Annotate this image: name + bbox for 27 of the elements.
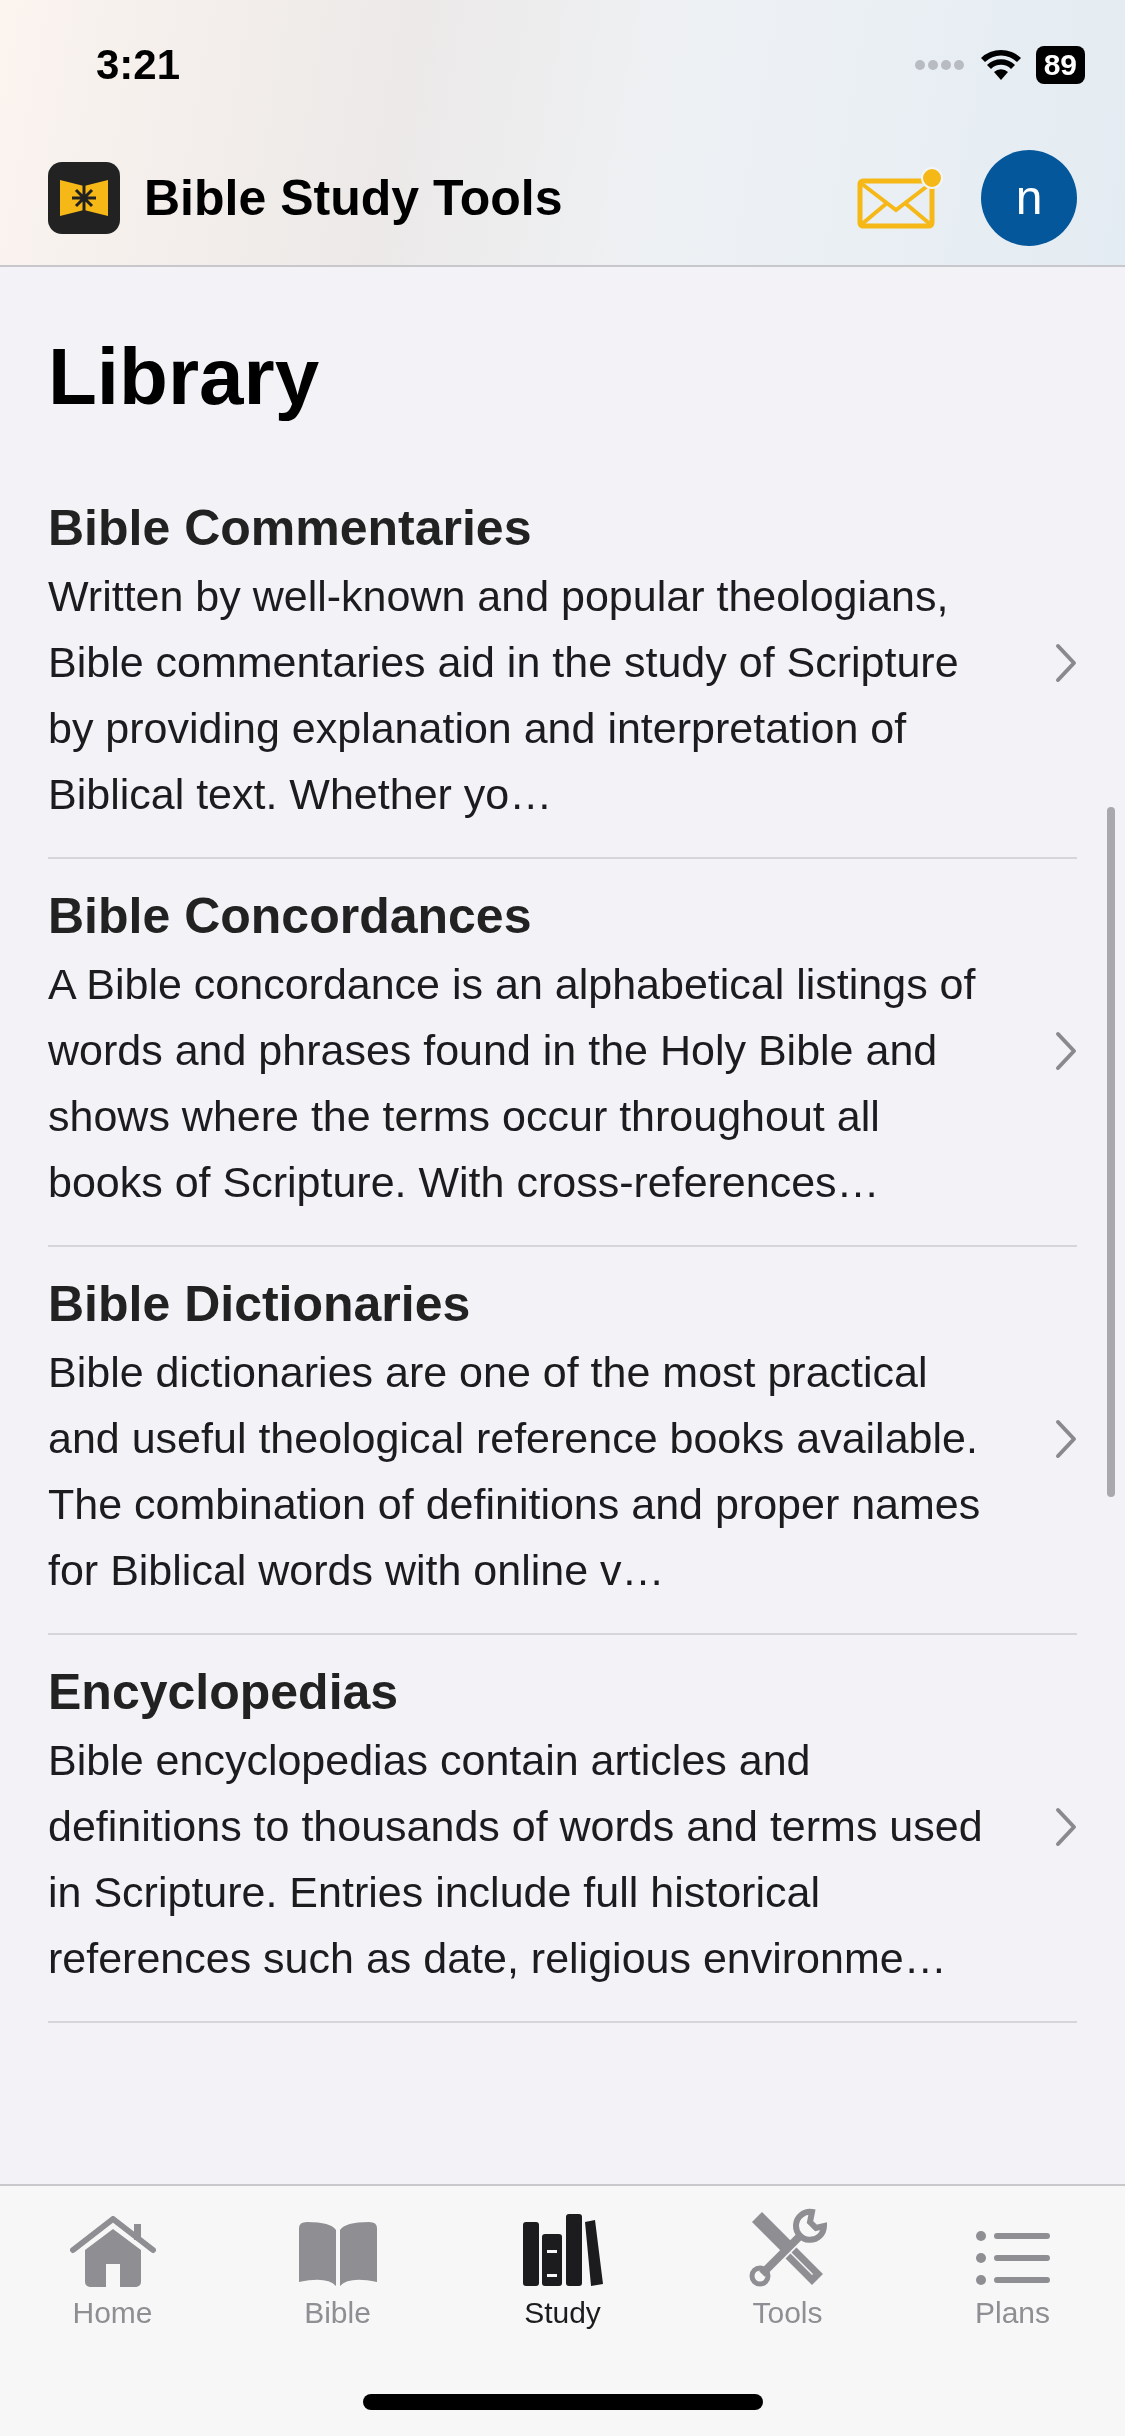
chevron-icon — [1055, 1807, 1077, 1847]
signal-icon — [913, 58, 966, 72]
page-title: Library — [48, 331, 321, 423]
item-description: A Bible concordance is an alphabetical listings of words and phrases found in the Holy Bible and shows where the terms occur throughout all books of Scripture. With cross-references… — [48, 959, 977, 1208]
battery-indicator: 89 — [1035, 46, 1085, 84]
mail-icon[interactable] — [857, 166, 943, 229]
status-time: 3:21 — [96, 41, 181, 89]
avatar-button[interactable]: n — [981, 149, 1077, 246]
item-title[interactable]: Bible Dictionaries — [48, 1275, 1055, 1333]
item-description: Written by well-known and popular theologians, Bible commentaries aid in the study of Scripture by providing explanation and interpretation of Biblical text. Whether yo… — [48, 571, 960, 820]
item-title[interactable]: Bible Concordances — [48, 887, 1055, 945]
wifi-icon — [979, 49, 1022, 81]
house-icon — [69, 2216, 156, 2288]
chevron-icon — [1055, 1031, 1077, 1071]
item-description: Bible encyclopedias contain articles and definitions to thousands of words and terms used in Scripture. Entries include full historical references such as date, religious environme… — [48, 1735, 984, 1984]
chevron-icon — [1055, 1419, 1077, 1459]
chevron-icon — [1055, 643, 1077, 683]
tab-button[interactable]: Study — [450, 2204, 675, 2330]
book-icon — [296, 2220, 379, 2288]
app-title: Bible Study Tools — [144, 168, 563, 227]
books-icon — [520, 2212, 605, 2288]
item-title[interactable]: Bible Commentaries — [48, 499, 1055, 557]
item-title[interactable]: Encyclopedias — [48, 1663, 1055, 1721]
tools-icon — [747, 2208, 828, 2288]
app-logo-icon — [48, 161, 120, 234]
list-icon — [974, 2228, 1051, 2288]
item-description: Bible dictionaries are one of the most practical and useful theological reference books available. The combination of definitions and proper names for Biblical words with online v… — [48, 1347, 982, 1596]
